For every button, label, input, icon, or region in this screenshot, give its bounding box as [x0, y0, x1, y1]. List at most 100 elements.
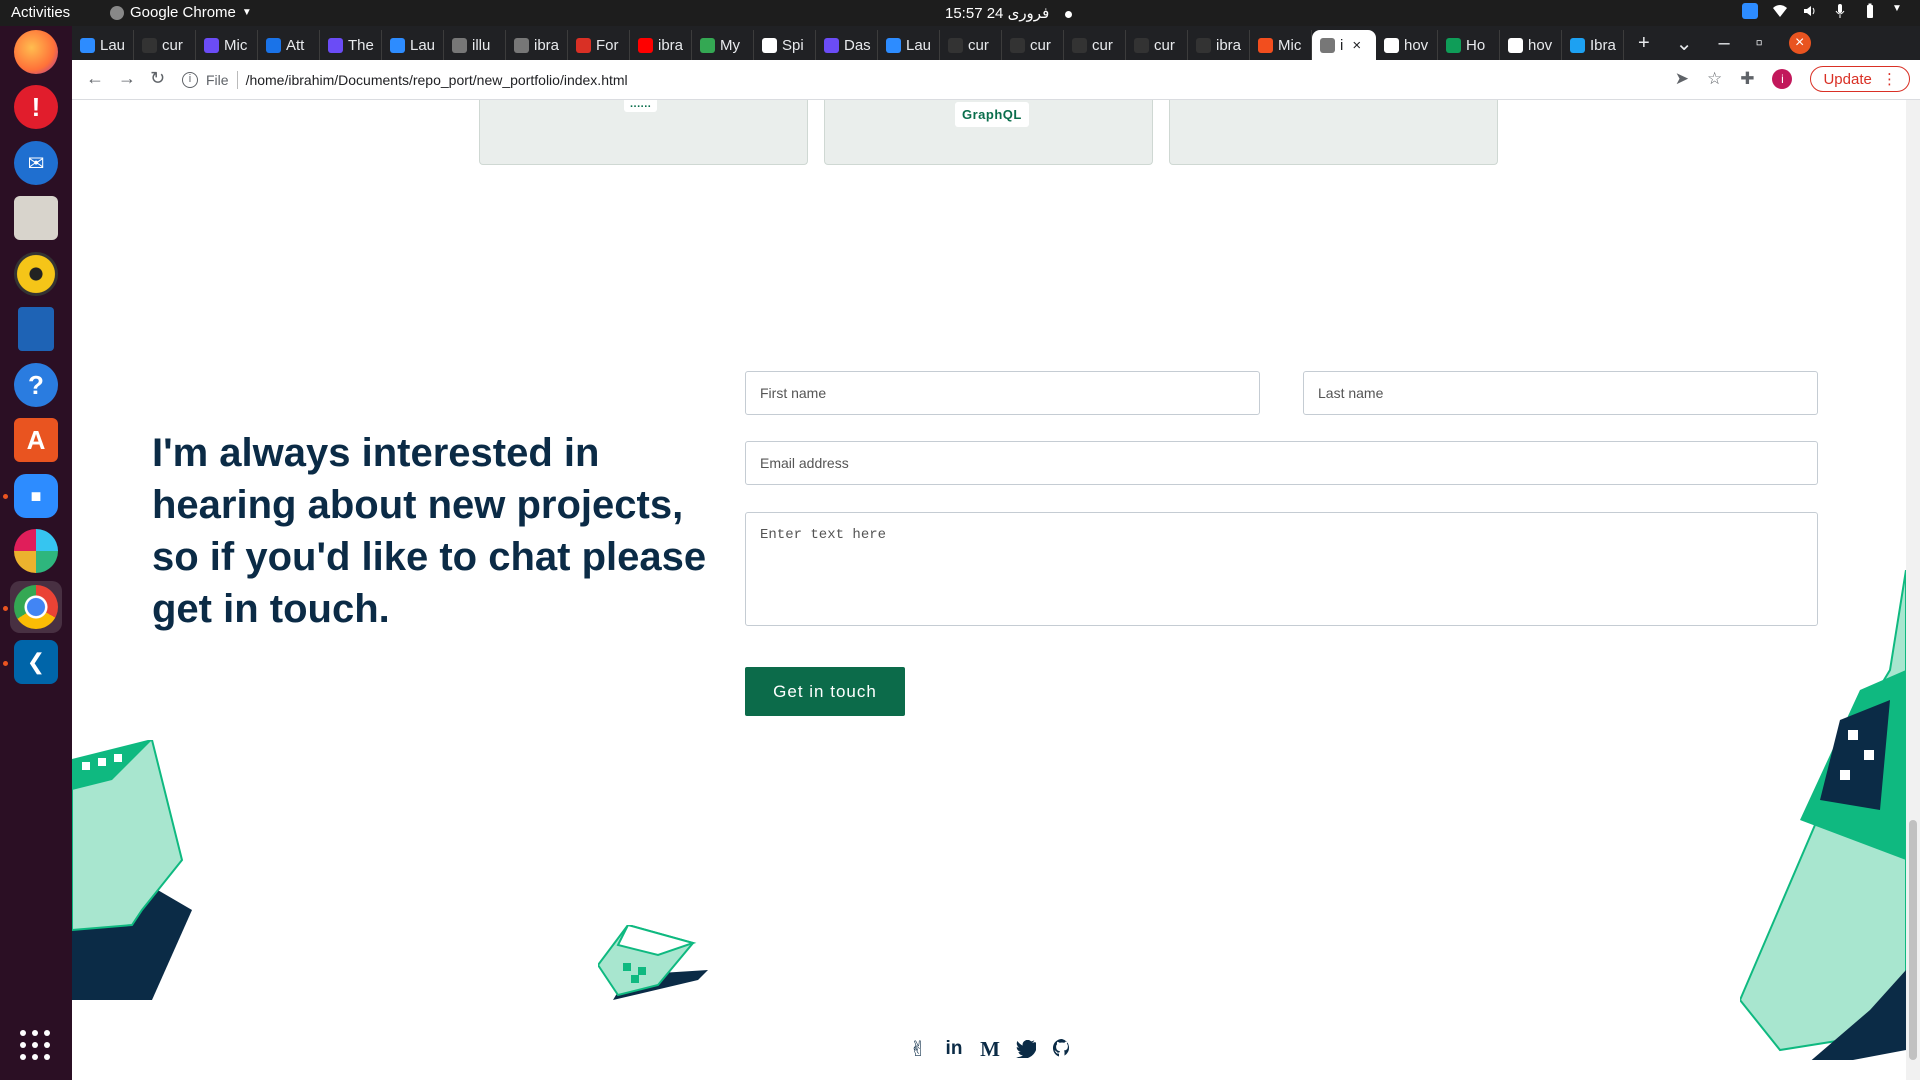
browser-tab[interactable]: hov — [1376, 30, 1438, 60]
forward-arrow-icon[interactable]: → — [118, 68, 136, 89]
battery-icon — [1862, 3, 1878, 19]
browser-tab[interactable]: ibra — [506, 30, 568, 60]
linkedin-icon[interactable]: in — [943, 1038, 965, 1060]
browser-tab[interactable]: Ho — [1438, 30, 1500, 60]
extensions-puzzle-icon[interactable]: ✚ — [1740, 69, 1754, 89]
reload-icon[interactable]: ↻ — [150, 68, 165, 89]
dock-writer[interactable] — [10, 303, 62, 355]
back-arrow-icon[interactable]: ← — [86, 68, 104, 89]
angellist-icon[interactable]: ✌ — [907, 1038, 929, 1061]
browser-tab[interactable]: cur — [1126, 30, 1188, 60]
browser-tab[interactable]: Das — [816, 30, 878, 60]
dock-zoom[interactable]: ■ — [10, 470, 62, 522]
browser-tab[interactable]: Att — [258, 30, 320, 60]
first-name-field[interactable] — [745, 371, 1260, 415]
address-bar[interactable]: i File /home/ibrahim/Documents/repo_port… — [182, 66, 1742, 94]
running-indicator — [3, 661, 8, 666]
message-textarea[interactable] — [745, 512, 1818, 626]
clock[interactable]: 15:57 فروری 24 — [945, 4, 1073, 22]
dock-error-report[interactable]: ! — [10, 81, 62, 133]
app-menu[interactable]: Google Chrome ▼ — [110, 4, 252, 21]
toolbar-actions: ➤ ☆ ✚ i Update ⋮ — [1675, 66, 1910, 92]
get-in-touch-button[interactable]: Get in touch — [745, 667, 905, 716]
software-icon: A — [14, 418, 58, 462]
email-field[interactable] — [745, 441, 1818, 485]
dock-rhythmbox[interactable] — [10, 248, 62, 300]
browser-tab[interactable]: ibra — [630, 30, 692, 60]
browser-tab[interactable]: hov — [1500, 30, 1562, 60]
profile-avatar[interactable]: i — [1772, 69, 1793, 89]
tab-favicon-icon — [1570, 37, 1585, 53]
page-scrollbar[interactable] — [1906, 100, 1920, 1080]
info-icon[interactable]: i — [182, 72, 198, 88]
browser-tab[interactable]: Lau — [382, 30, 444, 60]
window-close-icon[interactable]: × — [1788, 32, 1811, 54]
page-viewport: ...... GraphQL I'm always interested in … — [72, 100, 1906, 1080]
update-button[interactable]: Update ⋮ — [1810, 66, 1910, 92]
scrollbar-thumb[interactable] — [1909, 820, 1917, 1060]
address-separator — [236, 71, 238, 89]
files-icon — [14, 196, 58, 240]
browser-tab[interactable]: The — [320, 30, 382, 60]
tab-label: My — [720, 36, 740, 54]
browser-tab[interactable]: i × — [1312, 30, 1376, 60]
browser-tab[interactable]: For — [568, 30, 630, 60]
dock-chrome[interactable] — [10, 581, 62, 633]
clock-label: 15:57 فروری 24 — [945, 5, 1050, 22]
browser-tab[interactable]: Lau — [72, 30, 134, 60]
tab-favicon-icon — [1320, 37, 1335, 53]
tab-close-icon[interactable]: × — [1352, 37, 1361, 54]
dock-help[interactable]: ? — [10, 359, 62, 411]
url-text[interactable]: /home/ibrahim/Documents/repo_port/new_po… — [246, 72, 628, 88]
browser-tab[interactable]: ibra — [1188, 30, 1250, 60]
tab-favicon-icon — [762, 37, 777, 53]
dock-thunderbird[interactable]: ✉ — [10, 137, 62, 189]
wifi-icon — [1772, 3, 1788, 19]
browser-tab[interactable]: Mic — [1250, 30, 1312, 60]
project-card[interactable]: GraphQL — [824, 100, 1153, 165]
tab-favicon-icon — [328, 37, 343, 53]
browser-tab[interactable]: illu — [444, 30, 506, 60]
tab-label: The — [348, 36, 374, 54]
app-name: Google Chrome — [130, 4, 236, 21]
tab-favicon-icon — [204, 37, 219, 53]
dock-files[interactable] — [10, 192, 62, 244]
restore-icon[interactable]: ▫ — [1756, 32, 1763, 55]
dock-slack[interactable] — [10, 525, 62, 577]
medium-icon[interactable]: M — [979, 1037, 1001, 1061]
tab-label: i — [1340, 36, 1344, 54]
tab-label: Mic — [1278, 36, 1302, 54]
project-card[interactable]: ...... — [479, 100, 808, 165]
bookmark-star-icon[interactable]: ☆ — [1707, 69, 1722, 89]
browser-tab[interactable]: cur — [940, 30, 1002, 60]
last-name-field[interactable] — [1303, 371, 1818, 415]
tab-search-icon[interactable]: ⌄ — [1676, 31, 1693, 56]
dock-vscode[interactable]: ❮ — [10, 636, 62, 688]
tab-favicon-icon — [700, 37, 715, 53]
system-tray[interactable]: ▼ — [1742, 3, 1908, 19]
browser-tab[interactable]: Mic — [196, 30, 258, 60]
social-links: ✌ in M — [907, 1037, 1073, 1061]
twitter-icon[interactable] — [1015, 1038, 1037, 1060]
tab-label: ibra — [658, 36, 684, 54]
browser-tab[interactable]: cur — [1002, 30, 1064, 60]
new-tab-icon[interactable]: + — [1638, 32, 1650, 55]
dock-software[interactable]: A — [10, 414, 62, 466]
browser-tab[interactable]: cur — [1064, 30, 1126, 60]
show-applications-icon[interactable] — [20, 1030, 52, 1062]
project-card[interactable] — [1169, 100, 1498, 165]
browser-tab[interactable]: Ibra — [1562, 30, 1624, 60]
writer-icon — [18, 307, 54, 351]
dock-firefox[interactable] — [10, 26, 62, 78]
send-tab-icon[interactable]: ➤ — [1675, 69, 1689, 89]
activities-button[interactable]: Activities — [11, 4, 70, 21]
tab-label: Lau — [906, 36, 932, 54]
minimize-icon[interactable]: – — [1718, 32, 1729, 55]
browser-tab[interactable]: Spi — [754, 30, 816, 60]
tab-label: illu — [472, 36, 491, 54]
browser-tab[interactable]: Lau — [878, 30, 940, 60]
file-scheme-label: File — [206, 72, 229, 88]
browser-tab[interactable]: My — [692, 30, 754, 60]
github-icon[interactable] — [1051, 1038, 1073, 1060]
browser-tab[interactable]: cur — [134, 30, 196, 60]
